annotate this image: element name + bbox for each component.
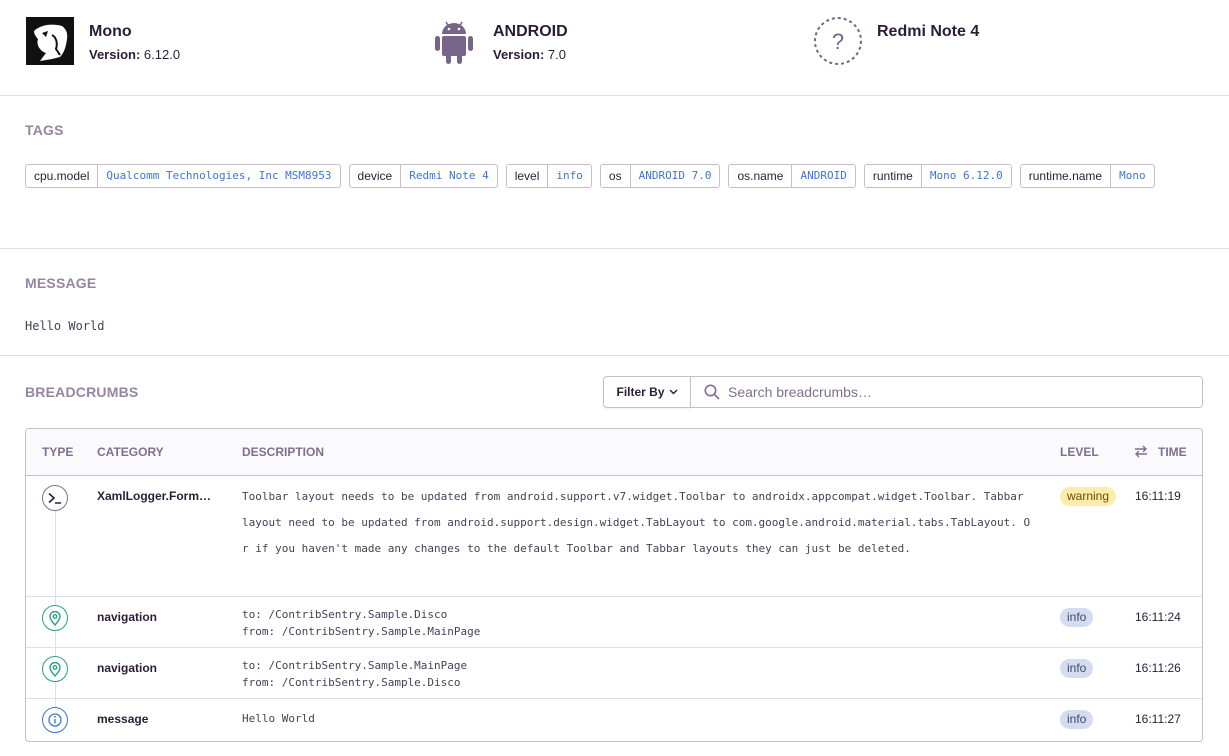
tag-value[interactable]: ANDROID 7.0 xyxy=(631,165,720,187)
location-pin-icon xyxy=(42,656,68,682)
tag-value[interactable]: Mono xyxy=(1111,165,1154,187)
message-title: MESSAGE xyxy=(25,275,97,291)
nav-from: from: /ContribSentry.Sample.MainPage xyxy=(242,625,481,638)
mono-logo-icon xyxy=(25,16,75,66)
svg-text:?: ? xyxy=(832,29,844,54)
breadcrumb-row: message Hello World info 16:11:27 xyxy=(26,699,1202,741)
level-badge: info xyxy=(1060,659,1094,678)
column-time: TIME xyxy=(1158,445,1187,459)
tag-key: cpu.model xyxy=(26,165,99,187)
filter-by-label: Filter By xyxy=(616,385,665,399)
chevron-down-icon xyxy=(669,389,677,395)
tag-key: os xyxy=(600,165,631,187)
tag-os-name[interactable]: os.name ANDROID xyxy=(728,164,856,188)
column-level: LEVEL xyxy=(1060,445,1099,459)
column-type: TYPE xyxy=(42,445,74,459)
tag-runtime[interactable]: runtime Mono 6.12.0 xyxy=(863,164,1012,188)
breadcrumb-description: Hello World xyxy=(242,712,315,725)
breadcrumb-description: to: /ContribSentry.Sample.Disco from: /C… xyxy=(242,606,1032,640)
breadcrumb-row: navigation to: /ContribSentry.Sample.Mai… xyxy=(26,648,1202,699)
os-version: Version: 7.0 xyxy=(493,47,566,62)
tag-runtime-name[interactable]: runtime.name Mono xyxy=(1019,164,1155,188)
level-badge: warning xyxy=(1060,487,1117,506)
breadcrumb-time: 16:11:19 xyxy=(1135,489,1181,503)
filter-by-button[interactable]: Filter By xyxy=(603,376,691,408)
tag-os[interactable]: os ANDROID 7.0 xyxy=(599,164,721,188)
breadcrumb-time: 16:11:24 xyxy=(1135,610,1181,624)
runtime-context: Mono Version: 6.12.0 xyxy=(25,16,180,66)
breadcrumbs-table: TYPE CATEGORY DESCRIPTION LEVEL TIME Xam… xyxy=(25,428,1203,742)
breadcrumb-category: XamlLogger.Form… xyxy=(97,489,212,503)
breadcrumb-category: navigation xyxy=(97,610,158,624)
info-circle-icon xyxy=(42,707,68,733)
tag-value[interactable]: Mono 6.12.0 xyxy=(922,165,1011,187)
column-description: DESCRIPTION xyxy=(242,445,325,459)
breadcrumbs-search-input[interactable] xyxy=(728,384,1188,400)
search-icon xyxy=(704,384,720,400)
tag-value[interactable]: ANDROID xyxy=(792,165,854,187)
context-summary: Mono Version: 6.12.0 ANDROID Version: 7.… xyxy=(0,0,1229,96)
unknown-device-icon: ? xyxy=(813,16,863,66)
tags-section: TAGS cpu.model Qualcomm Technologies, In… xyxy=(0,96,1229,249)
breadcrumb-time: 16:11:26 xyxy=(1135,661,1181,675)
column-category: CATEGORY xyxy=(97,445,164,459)
swap-icon[interactable] xyxy=(1134,445,1148,458)
breadcrumb-description: Toolbar layout needs to be updated from … xyxy=(242,490,1031,555)
tags-title: TAGS xyxy=(25,122,64,138)
tag-value[interactable]: Qualcomm Technologies, Inc MSM8953 xyxy=(98,165,339,187)
message-text: Hello World xyxy=(25,319,105,333)
breadcrumbs-search[interactable] xyxy=(690,376,1203,408)
tag-key: runtime xyxy=(864,165,922,187)
device-name: Redmi Note 4 xyxy=(877,23,980,40)
location-pin-icon xyxy=(42,605,68,631)
level-badge: info xyxy=(1060,608,1094,627)
device-context: ? Redmi Note 4 xyxy=(813,16,979,66)
breadcrumbs-title: BREADCRUMBS xyxy=(25,384,139,400)
message-section: MESSAGE Hello World xyxy=(0,249,1229,356)
tag-device[interactable]: device Redmi Note 4 xyxy=(348,164,498,188)
tag-level[interactable]: level info xyxy=(505,164,592,188)
runtime-version: Version: 6.12.0 xyxy=(89,47,181,62)
tag-key: os.name xyxy=(729,165,793,187)
breadcrumbs-header: TYPE CATEGORY DESCRIPTION LEVEL TIME xyxy=(26,429,1202,476)
level-badge: info xyxy=(1060,710,1094,729)
breadcrumb-row: navigation to: /ContribSentry.Sample.Dis… xyxy=(26,597,1202,648)
nav-to: to: /ContribSentry.Sample.MainPage xyxy=(242,659,468,672)
breadcrumb-description: to: /ContribSentry.Sample.MainPage from:… xyxy=(242,657,1032,691)
nav-from: from: /ContribSentry.Sample.Disco xyxy=(242,676,461,689)
tag-value[interactable]: info xyxy=(548,165,590,187)
terminal-icon xyxy=(42,485,68,511)
breadcrumb-category: message xyxy=(97,712,149,726)
os-context: ANDROID Version: 7.0 xyxy=(429,16,568,66)
nav-to: to: /ContribSentry.Sample.Disco xyxy=(242,608,448,621)
tag-value[interactable]: Redmi Note 4 xyxy=(401,165,496,187)
runtime-name: Mono xyxy=(89,23,132,40)
tag-cpu-model[interactable]: cpu.model Qualcomm Technologies, Inc MSM… xyxy=(25,164,341,188)
android-icon xyxy=(429,16,479,66)
os-name: ANDROID xyxy=(493,23,568,40)
breadcrumb-category: navigation xyxy=(97,661,158,675)
breadcrumb-time: 16:11:27 xyxy=(1135,712,1181,726)
breadcrumb-row: XamlLogger.Form… Toolbar layout needs to… xyxy=(26,476,1202,597)
tags-list: cpu.model Qualcomm Technologies, Inc MSM… xyxy=(25,164,1205,188)
tag-key: device xyxy=(349,165,402,187)
tag-key: runtime.name xyxy=(1020,165,1112,187)
tag-key: level xyxy=(506,165,549,187)
